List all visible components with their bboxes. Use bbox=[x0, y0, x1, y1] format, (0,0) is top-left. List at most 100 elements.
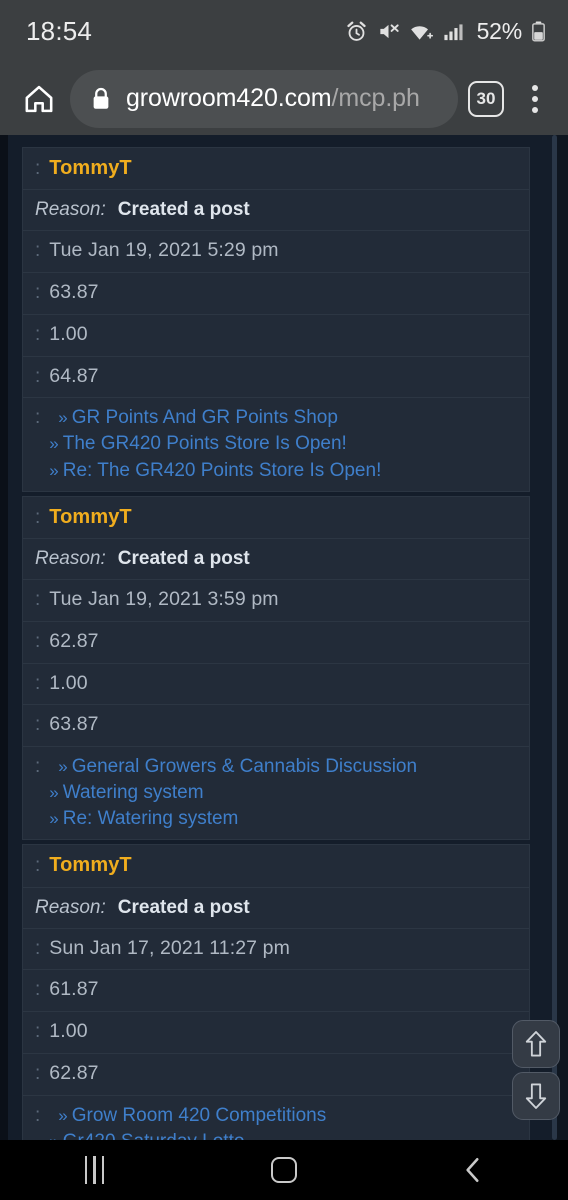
nav-home-button[interactable] bbox=[229, 1140, 339, 1200]
breadcrumb-link-label: The GR420 Points Store Is Open! bbox=[62, 433, 347, 455]
log-row-reason: Reason: Created a post bbox=[23, 189, 529, 230]
breadcrumb-links: »Grow Room 420 Competitions»Gr420 Saturd… bbox=[49, 1103, 326, 1140]
points-after-value: 64.87 bbox=[49, 364, 99, 387]
row-colon-marker: : bbox=[35, 756, 41, 778]
log-row-points-after: :62.87 bbox=[23, 1052, 529, 1095]
breadcrumb-link-label: Gr420 Saturday Lotto bbox=[63, 1131, 245, 1140]
log-row-username: : TommyT bbox=[23, 497, 529, 538]
breadcrumb-link[interactable]: » Gr420 Saturday Lotto bbox=[49, 1129, 326, 1140]
reason-label: Reason: bbox=[35, 199, 106, 221]
log-row-points-before: :62.87 bbox=[23, 620, 529, 663]
log-row-username: : TommyT bbox=[23, 148, 529, 189]
row-colon-marker: : bbox=[35, 1021, 41, 1043]
breadcrumb-links: » General Growers & Cannabis Discussion» W… bbox=[49, 754, 417, 831]
reason-value: Created a post bbox=[117, 199, 250, 221]
overflow-menu-button[interactable] bbox=[520, 79, 550, 119]
username-link[interactable]: TommyT bbox=[49, 504, 131, 530]
log-row-reason: Reason: Created a post bbox=[23, 538, 529, 579]
breadcrumb-link[interactable]: » GR Points And GR Points Shop bbox=[49, 405, 381, 430]
points-change-value: 1.00 bbox=[49, 322, 88, 345]
reason-value: Created a post bbox=[117, 548, 250, 570]
row-colon-marker: : bbox=[35, 407, 41, 429]
floating-scroll-controls bbox=[512, 1020, 560, 1120]
log-row-date: : Tue Jan 19, 2021 3:59 pm bbox=[23, 579, 529, 621]
row-colon-marker: : bbox=[35, 937, 41, 959]
breadcrumb-link[interactable]: » General Growers & Cannabis Discussion bbox=[49, 754, 417, 779]
page-scrollbar-thumb[interactable] bbox=[552, 135, 557, 1140]
row-colon-marker: : bbox=[35, 365, 41, 387]
points-log-list: : TommyT Reason: Created a post: Tue Jan 19,… bbox=[22, 147, 530, 1140]
scroll-to-bottom-button[interactable] bbox=[512, 1072, 560, 1120]
chevron-right-icon: » bbox=[49, 434, 59, 454]
breadcrumb-link-label: Grow Room 420 Competitions bbox=[71, 1104, 327, 1126]
log-row-points-after: :63.87 bbox=[23, 704, 529, 746]
status-icon-tray: 52% bbox=[345, 18, 546, 45]
overflow-menu-icon bbox=[532, 95, 538, 102]
log-row-date: : Tue Jan 19, 2021 5:29 pm bbox=[23, 230, 529, 272]
breadcrumb-link[interactable]: » The GR420 Points Store Is Open! bbox=[49, 431, 381, 456]
tab-counter-button[interactable]: 30 bbox=[468, 80, 504, 117]
lock-icon bbox=[93, 87, 109, 109]
log-row-points-change: :1.00 bbox=[23, 313, 529, 356]
chevron-right-icon: » bbox=[58, 408, 68, 428]
date-value: Tue Jan 19, 2021 5:29 pm bbox=[49, 239, 279, 262]
recents-icon bbox=[84, 1156, 105, 1184]
url-text: growroom420.com/mcp.ph bbox=[126, 84, 420, 113]
chevron-right-icon: » bbox=[58, 1105, 68, 1125]
chevron-right-icon: » bbox=[49, 1132, 58, 1140]
breadcrumb-links: » GR Points And GR Points Shop» The GR420 … bbox=[49, 405, 381, 482]
points-log-entry: : TommyT Reason: Created a post : Tue Jan 19,… bbox=[22, 495, 530, 841]
battery-percent-label: 52% bbox=[476, 17, 523, 44]
points-after-value: 63.87 bbox=[49, 713, 99, 736]
nav-recents-button[interactable] bbox=[40, 1140, 150, 1200]
alarm-icon bbox=[346, 21, 366, 41]
log-row-username: : TommyT bbox=[23, 845, 529, 886]
breadcrumb-link[interactable]: » Re: The GR420 Points Store Is Open! bbox=[49, 458, 381, 483]
page-left-gutter bbox=[0, 135, 8, 1140]
nav-back-button[interactable] bbox=[418, 1140, 528, 1200]
reason-value: Created a post bbox=[117, 896, 250, 918]
arrow-down-icon bbox=[525, 1083, 547, 1109]
log-row-links: :»Grow Room 420 Competitions»Gr420 Satur… bbox=[23, 1094, 529, 1140]
log-row-points-change: :1.00 bbox=[23, 662, 529, 705]
overflow-menu-icon bbox=[532, 84, 538, 91]
chevron-right-icon: » bbox=[58, 757, 68, 777]
points-log-entry: : TommyT Reason: Created a post: Tue Jan 19,… bbox=[22, 147, 530, 492]
chevron-right-icon: » bbox=[49, 783, 59, 803]
back-chevron-icon bbox=[466, 1158, 479, 1182]
breadcrumb-link[interactable]: » Grow Room 420 Competitions bbox=[49, 1103, 326, 1128]
overflow-menu-icon bbox=[532, 106, 538, 113]
points-before-value: 62.87 bbox=[49, 629, 99, 652]
web-page-viewport[interactable]: : TommyT Reason: Created a post: Tue Jan 19,… bbox=[0, 135, 568, 1140]
row-colon-marker: : bbox=[35, 323, 41, 345]
log-row-points-before: :61.87 bbox=[23, 969, 529, 1011]
phone-screen: 18:54 52% growroom420.com/mcp.ph 30: To… bbox=[0, 0, 568, 1200]
row-colon-marker: : bbox=[35, 855, 41, 877]
breadcrumb-link[interactable]: » Re: Watering system bbox=[49, 806, 417, 831]
row-colon-marker: : bbox=[35, 589, 41, 611]
breadcrumb-link[interactable]: » Watering system bbox=[49, 780, 417, 805]
log-row-links: :» GR Points And GR Points Shop» The GR420… bbox=[23, 397, 529, 490]
scroll-to-top-button[interactable] bbox=[512, 1020, 560, 1068]
battery-icon bbox=[532, 21, 545, 41]
breadcrumb-link-label: General Growers & Cannabis Discussion bbox=[71, 756, 418, 778]
points-change-value: 1.00 bbox=[49, 1020, 88, 1043]
home-icon bbox=[25, 85, 53, 112]
username-link[interactable]: TommyT bbox=[49, 155, 131, 181]
log-row-links: :» General Growers & Cannabis Discussion»… bbox=[23, 746, 529, 839]
status-clock: 18:54 bbox=[26, 15, 93, 46]
points-before-value: 63.87 bbox=[49, 281, 99, 304]
row-colon-marker: : bbox=[35, 282, 41, 304]
browser-toolbar: growroom420.com/mcp.ph 30 bbox=[0, 62, 568, 135]
log-row-reason: Reason: Created a post bbox=[23, 886, 529, 928]
points-before-value: 61.87 bbox=[49, 978, 99, 1001]
reason-label: Reason: bbox=[35, 548, 106, 570]
row-colon-marker: : bbox=[35, 158, 41, 179]
row-colon-marker: : bbox=[35, 672, 41, 694]
address-bar[interactable]: growroom420.com/mcp.ph bbox=[70, 69, 458, 128]
row-colon-marker: : bbox=[35, 506, 41, 528]
username-link[interactable]: TommyT bbox=[49, 852, 131, 878]
log-row-points-before: :63.87 bbox=[23, 272, 529, 314]
row-colon-marker: : bbox=[35, 714, 41, 736]
home-button[interactable] bbox=[14, 74, 64, 124]
